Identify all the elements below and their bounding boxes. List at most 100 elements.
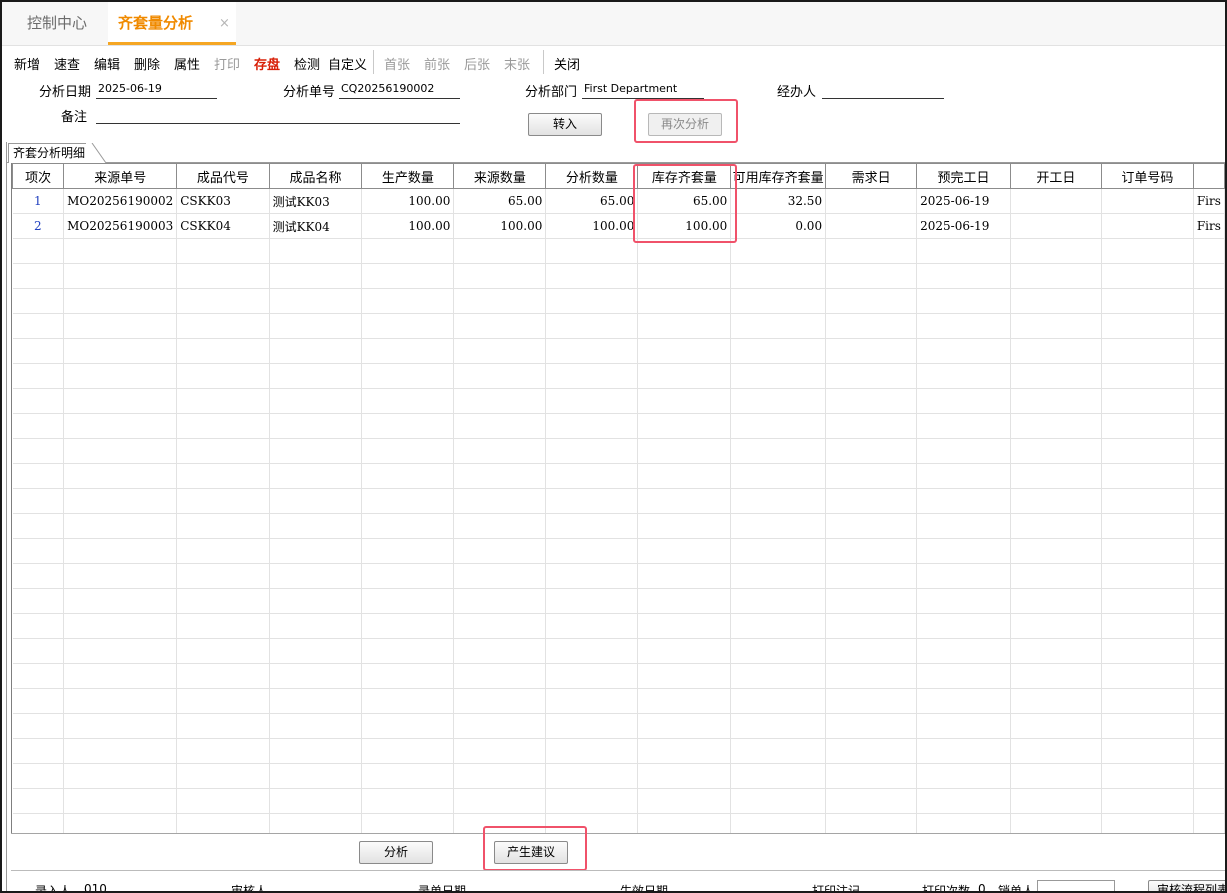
ticket-user-field[interactable] — [1037, 880, 1115, 891]
table-cell[interactable] — [1101, 213, 1194, 239]
table-cell[interactable] — [63, 513, 178, 539]
table-cell[interactable] — [1010, 538, 1102, 564]
table-cell[interactable] — [453, 813, 547, 833]
table-row[interactable] — [12, 813, 1225, 833]
table-cell[interactable] — [825, 488, 918, 514]
table-cell[interactable] — [269, 288, 363, 314]
table-cell[interactable] — [1101, 413, 1194, 439]
table-cell[interactable] — [63, 313, 178, 339]
table-cell[interactable] — [916, 763, 1011, 789]
table-cell[interactable] — [1010, 438, 1102, 464]
table-cell[interactable] — [361, 813, 455, 833]
table-cell[interactable] — [825, 813, 918, 833]
table-cell[interactable] — [453, 313, 547, 339]
table-cell[interactable] — [916, 363, 1011, 389]
table-row[interactable] — [12, 588, 1225, 614]
table-cell[interactable] — [269, 413, 363, 439]
table-row[interactable] — [12, 438, 1225, 464]
table-cell[interactable] — [916, 388, 1011, 414]
table-cell[interactable] — [730, 263, 827, 289]
table-cell[interactable] — [361, 663, 455, 689]
table-cell[interactable] — [1010, 763, 1102, 789]
table-cell[interactable] — [176, 588, 270, 614]
table-cell[interactable] — [1101, 788, 1194, 814]
table-cell[interactable] — [1101, 538, 1194, 564]
table-cell[interactable] — [1193, 563, 1225, 589]
column-header[interactable]: 可用库存齐套量 — [730, 163, 827, 189]
table-cell[interactable]: 2025-06-19 — [916, 213, 1011, 239]
table-cell[interactable] — [1193, 638, 1225, 664]
table-cell[interactable] — [637, 488, 732, 514]
table-cell[interactable] — [730, 413, 827, 439]
table-cell[interactable] — [730, 688, 827, 714]
table-cell[interactable] — [453, 388, 547, 414]
table-cell[interactable] — [63, 413, 178, 439]
table-cell[interactable] — [825, 688, 918, 714]
table-cell[interactable] — [637, 588, 732, 614]
table-cell[interactable] — [637, 338, 732, 364]
table-cell[interactable] — [1010, 288, 1102, 314]
table-cell[interactable] — [545, 488, 639, 514]
table-cell[interactable] — [1193, 488, 1225, 514]
table-cell[interactable] — [730, 538, 827, 564]
handler-field[interactable] — [822, 81, 944, 99]
table-cell[interactable] — [637, 438, 732, 464]
table-cell[interactable] — [1193, 738, 1225, 764]
table-cell[interactable] — [12, 813, 65, 833]
table-cell[interactable] — [12, 438, 65, 464]
remark-field[interactable] — [96, 106, 460, 124]
table-cell[interactable] — [825, 288, 918, 314]
table-cell[interactable] — [1101, 663, 1194, 689]
table-cell[interactable] — [1010, 638, 1102, 664]
table-cell[interactable] — [730, 288, 827, 314]
table-cell[interactable] — [730, 363, 827, 389]
table-cell[interactable] — [1193, 788, 1225, 814]
table-cell[interactable] — [453, 513, 547, 539]
table-cell[interactable] — [12, 663, 65, 689]
table-cell[interactable] — [825, 213, 918, 239]
table-cell[interactable] — [916, 338, 1011, 364]
table-cell[interactable] — [637, 713, 732, 739]
table-cell[interactable]: 测试KK03 — [269, 188, 363, 214]
analyze-button[interactable]: 分析 — [359, 841, 433, 864]
table-cell[interactable] — [1101, 763, 1194, 789]
table-cell[interactable] — [361, 788, 455, 814]
table-cell[interactable]: 100.00 — [361, 213, 455, 239]
table-cell[interactable] — [453, 438, 547, 464]
table-cell[interactable] — [269, 638, 363, 664]
table-cell[interactable] — [916, 613, 1011, 639]
table-cell[interactable] — [637, 638, 732, 664]
properties-button[interactable]: 属性 — [174, 54, 200, 73]
table-cell[interactable] — [545, 538, 639, 564]
table-cell[interactable] — [12, 488, 65, 514]
table-cell[interactable] — [63, 688, 178, 714]
edit-button[interactable]: 编辑 — [94, 54, 120, 73]
table-cell[interactable] — [63, 438, 178, 464]
table-cell[interactable] — [269, 313, 363, 339]
table-cell[interactable] — [1010, 688, 1102, 714]
table-cell[interactable] — [825, 613, 918, 639]
table-cell[interactable] — [176, 763, 270, 789]
table-cell[interactable] — [176, 438, 270, 464]
table-cell[interactable] — [63, 563, 178, 589]
table-cell[interactable] — [637, 788, 732, 814]
table-cell[interactable] — [637, 463, 732, 489]
table-cell[interactable] — [176, 288, 270, 314]
table-row[interactable] — [12, 513, 1225, 539]
table-cell[interactable] — [63, 788, 178, 814]
table-cell[interactable] — [453, 788, 547, 814]
table-cell[interactable] — [637, 288, 732, 314]
table-cell[interactable] — [1010, 613, 1102, 639]
table-cell[interactable] — [916, 688, 1011, 714]
table-cell[interactable] — [12, 413, 65, 439]
table-cell[interactable] — [637, 813, 732, 833]
table-cell[interactable] — [63, 388, 178, 414]
table-cell[interactable] — [730, 313, 827, 339]
table-cell[interactable] — [63, 238, 178, 264]
table-cell[interactable] — [361, 413, 455, 439]
table-cell[interactable] — [825, 238, 918, 264]
table-cell[interactable] — [637, 538, 732, 564]
table-cell[interactable] — [637, 663, 732, 689]
table-cell[interactable] — [1101, 238, 1194, 264]
table-cell[interactable] — [361, 613, 455, 639]
